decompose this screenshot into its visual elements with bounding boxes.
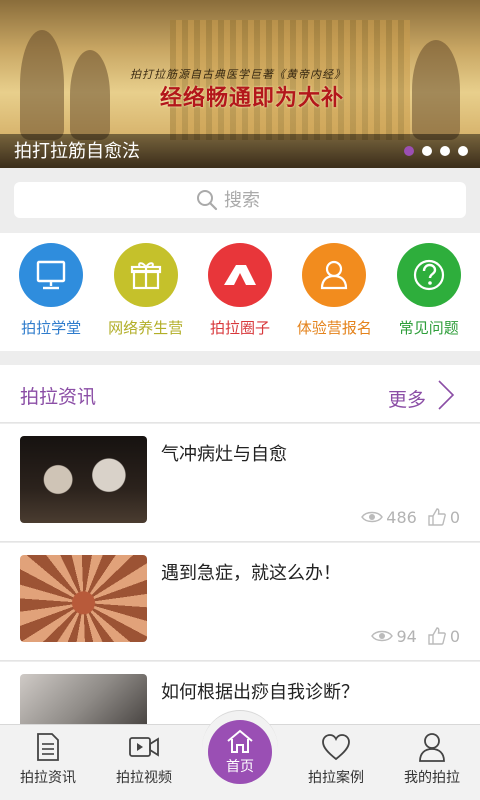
chevron-right-icon[interactable] bbox=[436, 379, 456, 411]
category-label: 拍拉圈子 bbox=[209, 319, 270, 337]
tab-label: 拍拉案例 bbox=[308, 770, 364, 786]
banner-figure bbox=[70, 50, 110, 140]
news-headline: 如何根据出痧自我诊断？ bbox=[161, 682, 359, 703]
view-count: 94 bbox=[396, 626, 417, 646]
like-count: 0 bbox=[449, 507, 460, 527]
news-stats: 94 0 bbox=[371, 626, 460, 646]
category-signup[interactable]: 体验营报名 bbox=[288, 243, 380, 351]
carousel-dot[interactable] bbox=[458, 146, 468, 156]
tab-home[interactable]: 首页 bbox=[208, 720, 272, 784]
tent-icon bbox=[207, 243, 272, 307]
news-section-title: 拍拉资讯 bbox=[20, 386, 97, 408]
banner-caption: 拍打拉筋自愈法 bbox=[14, 141, 140, 162]
search-icon bbox=[197, 190, 218, 211]
search-area bbox=[0, 168, 480, 233]
tab-video[interactable]: 拍拉视频 bbox=[96, 725, 192, 800]
news-thumbnail bbox=[20, 555, 147, 642]
monitor-icon bbox=[19, 243, 84, 307]
tab-label: 首页 bbox=[226, 759, 254, 775]
news-stats: 486 0 bbox=[361, 507, 460, 527]
view-count: 486 bbox=[386, 507, 417, 527]
banner-carousel[interactable]: 拍打拉筋源自古典医学巨著《黄帝内经》 经络畅通即为大补 拍打拉筋自愈法 bbox=[0, 0, 480, 168]
banner-figure bbox=[412, 40, 460, 140]
user-icon bbox=[418, 731, 446, 763]
news-section-header: 拍拉资讯 更多 bbox=[0, 365, 480, 423]
eye-icon bbox=[361, 511, 384, 523]
thumbs-up-icon[interactable] bbox=[427, 626, 447, 646]
carousel-indicator bbox=[404, 146, 468, 156]
news-thumbnail bbox=[20, 436, 147, 523]
gift-icon bbox=[113, 243, 178, 307]
category-circle[interactable]: 拍拉圈子 bbox=[194, 243, 286, 351]
question-icon bbox=[396, 243, 461, 307]
carousel-dot[interactable] bbox=[404, 146, 414, 156]
tab-label: 拍拉视频 bbox=[116, 770, 172, 786]
carousel-dot[interactable] bbox=[422, 146, 432, 156]
person-icon bbox=[302, 243, 367, 307]
category-label: 拍拉学堂 bbox=[21, 319, 82, 337]
video-icon bbox=[128, 731, 160, 763]
news-headline: 气冲病灶与自愈 bbox=[161, 444, 287, 465]
news-item[interactable]: 遇到急症，就这么办！ 94 0 bbox=[0, 543, 480, 661]
category-school[interactable]: 拍拉学堂 bbox=[5, 243, 97, 351]
heart-icon bbox=[321, 731, 351, 763]
banner-figure bbox=[20, 30, 64, 140]
tab-profile[interactable]: 我的拍拉 bbox=[384, 725, 480, 800]
category-label: 网络养生营 bbox=[108, 319, 184, 337]
eye-icon bbox=[371, 630, 394, 642]
news-item[interactable]: 气冲病灶与自愈 486 0 bbox=[0, 424, 480, 542]
document-icon bbox=[35, 731, 61, 763]
category-online-camp[interactable]: 网络养生营 bbox=[100, 243, 192, 351]
category-faq[interactable]: 常见问题 bbox=[383, 243, 475, 351]
category-grid: 拍拉学堂 网络养生营 拍拉圈子 体验营报名 常见问题 bbox=[0, 233, 480, 351]
category-label: 常见问题 bbox=[398, 319, 459, 337]
tab-cases[interactable]: 拍拉案例 bbox=[288, 725, 384, 800]
thumbs-up-icon[interactable] bbox=[427, 507, 447, 527]
banner-headline: 经络畅通即为大补 bbox=[160, 86, 345, 111]
more-link[interactable]: 更多 bbox=[388, 385, 426, 412]
tab-label: 我的拍拉 bbox=[404, 770, 460, 786]
category-label: 体验营报名 bbox=[296, 319, 372, 337]
tab-news[interactable]: 拍拉资讯 bbox=[0, 725, 96, 800]
carousel-dot[interactable] bbox=[440, 146, 450, 156]
like-count: 0 bbox=[449, 626, 460, 646]
home-icon bbox=[227, 729, 253, 753]
search-box[interactable] bbox=[14, 182, 466, 218]
search-input[interactable] bbox=[224, 189, 284, 211]
tab-label: 拍拉资讯 bbox=[20, 770, 76, 786]
news-headline: 遇到急症，就这么办！ bbox=[161, 563, 341, 584]
